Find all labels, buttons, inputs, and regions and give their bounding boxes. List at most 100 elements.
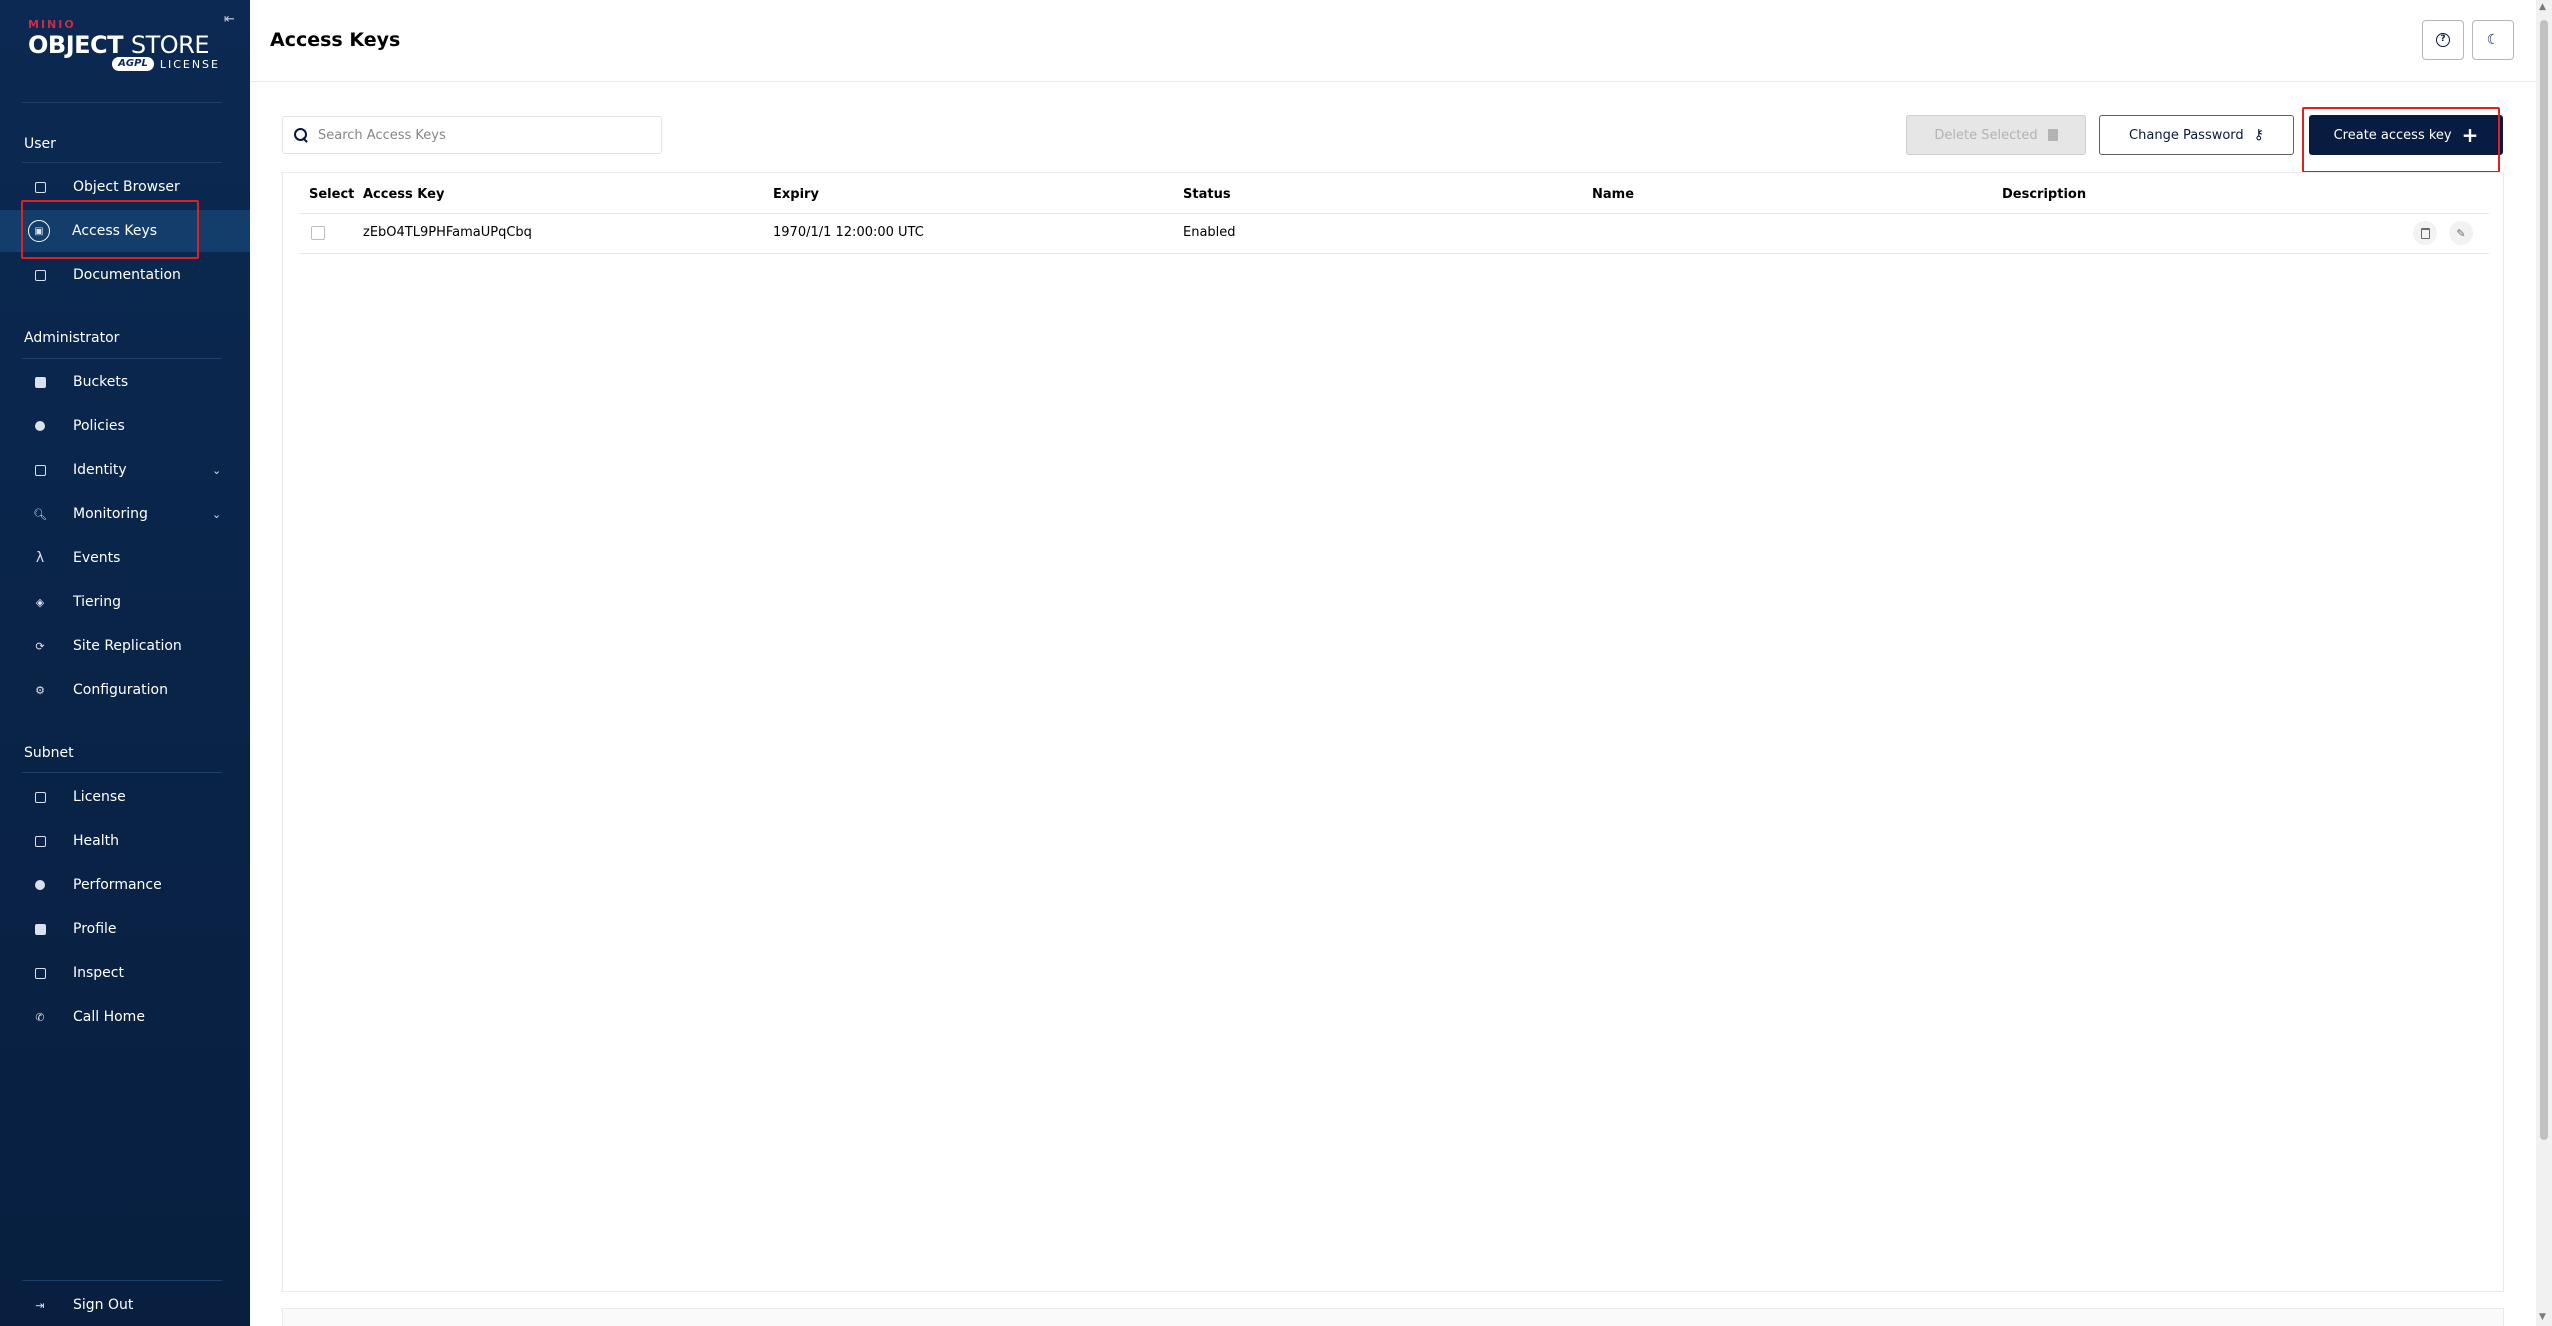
performance-icon [32, 877, 48, 893]
search-box[interactable] [282, 116, 662, 154]
cell-expiry: 1970/1/1 12:00:00 UTC [773, 225, 924, 240]
sidebar-item-health[interactable]: Health [0, 820, 250, 862]
column-header-description[interactable]: Description [2002, 187, 2086, 202]
buckets-icon [32, 374, 48, 390]
divider [22, 102, 222, 103]
object-browser-icon [32, 179, 48, 195]
sidebar-item-performance[interactable]: Performance [0, 864, 250, 906]
delete-row-button[interactable] [2413, 221, 2437, 245]
sidebar-item-events[interactable]: λ Events [0, 537, 250, 579]
scroll-down-icon[interactable]: ▼ [2539, 1312, 2546, 1322]
call-home-icon: ✆ [35, 1010, 45, 1024]
sidebar-item-label: Access Keys [72, 223, 158, 239]
access-keys-icon: ▣ [28, 220, 50, 242]
sidebar-item-label: Site Replication [73, 638, 182, 654]
pagination-bar [282, 1308, 2504, 1326]
divider [22, 162, 222, 163]
identity-icon [32, 462, 48, 478]
trash-icon [2047, 129, 2058, 141]
health-icon [32, 833, 48, 849]
page-header: Access Keys ? ☾ [250, 0, 2540, 82]
lambda-icon: λ [35, 550, 45, 566]
logo-product: OBJECT STORE [28, 31, 210, 59]
inspect-icon [32, 965, 48, 981]
access-keys-table: Select Access Key Expiry Status Name Des… [282, 172, 2504, 1292]
sidebar-item-label: Policies [73, 418, 125, 434]
sidebar-item-call-home[interactable]: ✆ Call Home [0, 996, 250, 1038]
sidebar-item-label: Performance [73, 877, 162, 893]
page-title: Access Keys [270, 29, 401, 51]
sign-out-button[interactable]: ⇥ Sign Out [0, 1284, 250, 1326]
key-icon: ⚷ [2253, 127, 2264, 143]
sidebar-item-identity[interactable]: Identity ⌄ [0, 449, 250, 491]
column-header-access-key[interactable]: Access Key [363, 187, 444, 202]
sidebar-item-label: Profile [73, 921, 117, 937]
logo-brand: MINIO [28, 18, 76, 31]
profile-icon [32, 921, 48, 937]
change-password-label: Change Password [2129, 127, 2244, 143]
sidebar-item-label: License [73, 789, 126, 805]
chevron-down-icon[interactable]: ⌄ [212, 508, 221, 521]
search-input[interactable] [318, 127, 638, 143]
gear-icon: ⚙ [35, 683, 45, 697]
sidebar-item-label: Object Browser [73, 179, 180, 195]
documentation-icon [32, 267, 48, 283]
column-header-name[interactable]: Name [1592, 187, 1634, 202]
sidebar-item-label: Events [73, 550, 121, 566]
section-administrator: Administrator [24, 330, 120, 346]
sidebar-item-policies[interactable]: Policies [0, 405, 250, 447]
sidebar-item-label: Tiering [73, 594, 122, 610]
cell-access-key: zEbO4TL9PHFamaUPqCbq [363, 225, 532, 240]
sidebar-item-label: Health [73, 833, 119, 849]
sidebar-item-label: Buckets [73, 374, 129, 390]
policies-icon [32, 418, 48, 434]
page-scrollbar[interactable]: ▲ ▼ [2536, 0, 2552, 1326]
section-user: User [24, 136, 56, 152]
sidebar-item-inspect[interactable]: Inspect [0, 952, 250, 994]
divider [22, 1280, 222, 1281]
divider [299, 213, 2489, 214]
delete-selected-button[interactable]: Delete Selected [1906, 115, 2086, 155]
minio-logo: MINIO OBJECT STORE AGPL LICENSE [28, 18, 228, 78]
delete-selected-label: Delete Selected [1934, 127, 2038, 143]
scroll-thumb[interactable] [2540, 20, 2548, 1140]
moon-icon: ☾ [2486, 32, 2500, 48]
license-icon [32, 789, 48, 805]
create-access-key-button[interactable]: Create access key + [2309, 115, 2503, 155]
dark-mode-button[interactable]: ☾ [2472, 20, 2514, 60]
change-password-button[interactable]: Change Password ⚷ [2099, 115, 2294, 155]
sidebar-item-documentation[interactable]: Documentation [0, 254, 250, 296]
sidebar-item-configuration[interactable]: ⚙ Configuration [0, 669, 250, 711]
cell-status: Enabled [1183, 225, 1236, 240]
scroll-up-icon[interactable]: ▲ [2539, 2, 2546, 12]
sidebar-item-object-browser[interactable]: Object Browser [0, 166, 250, 208]
sidebar-item-label: Inspect [73, 965, 124, 981]
divider [22, 772, 222, 773]
column-header-expiry[interactable]: Expiry [773, 187, 819, 202]
sidebar-item-buckets[interactable]: Buckets [0, 361, 250, 403]
sidebar-item-license[interactable]: License [0, 776, 250, 818]
trash-icon [2420, 227, 2430, 239]
row-select-checkbox[interactable] [311, 226, 325, 240]
divider [299, 253, 2489, 254]
sidebar-item-label: Configuration [73, 682, 168, 698]
license-label: LICENSE [159, 57, 220, 71]
logout-icon: ⇥ [35, 1298, 45, 1312]
sidebar-item-monitoring[interactable]: 🔍︎ Monitoring ⌄ [0, 493, 250, 535]
sidebar-item-tiering[interactable]: ◈ Tiering [0, 581, 250, 623]
sidebar: ⇤ MINIO OBJECT STORE AGPL LICENSE User O… [0, 0, 250, 1326]
help-icon: ? [2436, 33, 2450, 47]
search-icon [294, 128, 308, 142]
sidebar-item-site-replication[interactable]: ⟳ Site Replication [0, 625, 250, 667]
edit-row-button[interactable]: ✎ [2449, 221, 2473, 245]
tiering-icon: ◈ [35, 595, 45, 609]
sidebar-item-access-keys[interactable]: ▣ Access Keys [0, 210, 250, 252]
sidebar-item-label: Identity [73, 462, 127, 478]
replication-icon: ⟳ [35, 639, 45, 653]
help-button[interactable]: ? [2422, 20, 2464, 60]
sidebar-item-label: Call Home [73, 1009, 145, 1025]
column-header-status[interactable]: Status [1183, 187, 1231, 202]
sidebar-item-profile[interactable]: Profile [0, 908, 250, 950]
sidebar-item-label: Monitoring [73, 506, 148, 522]
chevron-down-icon[interactable]: ⌄ [212, 464, 221, 477]
